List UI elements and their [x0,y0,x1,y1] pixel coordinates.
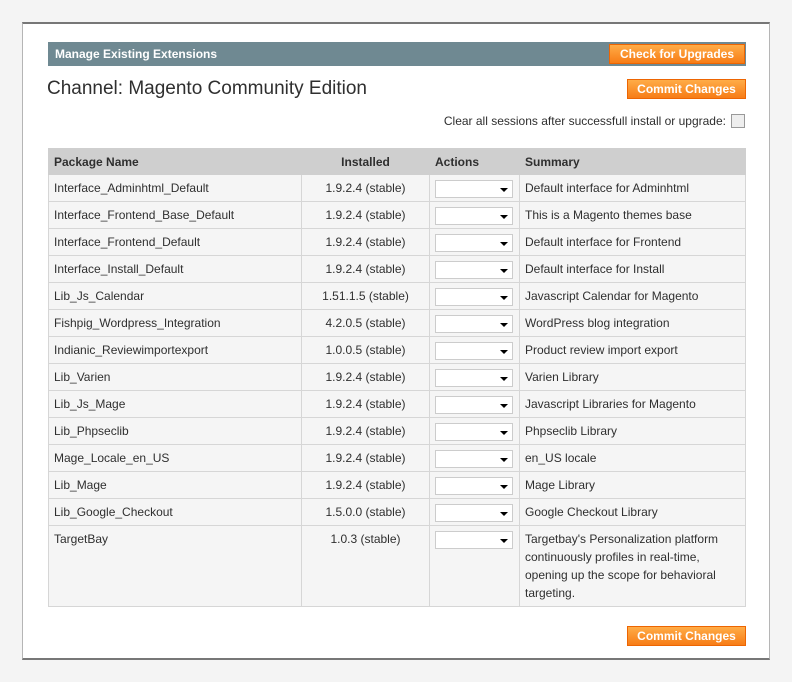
installed-version: 1.9.2.4 (stable) [301,255,430,283]
table-row: Lib_Mage 1.9.2.4 (stable) Mage Library [48,471,746,499]
check-upgrades-button[interactable]: Check for Upgrades [609,44,745,64]
action-select[interactable] [435,261,513,279]
package-summary: This is a Magento themes base [519,201,746,229]
package-summary: Mage Library [519,471,746,499]
action-select[interactable] [435,207,513,225]
installed-version: 4.2.0.5 (stable) [301,309,430,337]
extensions-table: Package Name Installed Actions Summary I… [48,148,746,607]
action-select[interactable] [435,234,513,252]
package-summary: Phpseclib Library [519,417,746,445]
package-name: Lib_Google_Checkout [48,498,302,526]
action-select[interactable] [435,288,513,306]
package-name: Interface_Install_Default [48,255,302,283]
extensions-panel: Manage Existing Extensions Check for Upg… [22,22,770,660]
section-title: Manage Existing Extensions [55,47,218,61]
installed-version: 1.9.2.4 (stable) [301,174,430,202]
commit-changes-button-bottom[interactable]: Commit Changes [627,626,746,646]
package-summary: Default interface for Adminhtml [519,174,746,202]
table-row: Interface_Frontend_Base_Default 1.9.2.4 … [48,201,746,229]
package-name: Indianic_Reviewimportexport [48,336,302,364]
package-name: Interface_Adminhtml_Default [48,174,302,202]
package-summary: Targetbay's Personalization platform con… [519,525,746,607]
package-summary: Varien Library [519,363,746,391]
clear-sessions-option: Clear all sessions after successfull ins… [444,114,745,128]
table-row: Interface_Install_Default 1.9.2.4 (stabl… [48,255,746,283]
action-select[interactable] [435,396,513,414]
package-summary: Default interface for Install [519,255,746,283]
package-name: Lib_Varien [48,363,302,391]
table-row: Lib_Google_Checkout 1.5.0.0 (stable) Goo… [48,498,746,526]
package-summary: en_US locale [519,444,746,472]
package-name: Lib_Phpseclib [48,417,302,445]
package-name: Lib_Mage [48,471,302,499]
table-row: Lib_Phpseclib 1.9.2.4 (stable) Phpseclib… [48,417,746,445]
channel-title: Channel: Magento Community Edition [47,78,368,99]
col-installed: Installed [301,148,430,175]
installed-version: 1.9.2.4 (stable) [301,201,430,229]
installed-version: 1.9.2.4 (stable) [301,228,430,256]
action-select[interactable] [435,477,513,495]
installed-version: 1.9.2.4 (stable) [301,417,430,445]
action-select[interactable] [435,423,513,441]
package-name: Interface_Frontend_Base_Default [48,201,302,229]
installed-version: 1.9.2.4 (stable) [301,390,430,418]
table-row: Interface_Adminhtml_Default 1.9.2.4 (sta… [48,174,746,202]
installed-version: 1.9.2.4 (stable) [301,471,430,499]
clear-sessions-label: Clear all sessions after successfull ins… [443,114,726,128]
table-row: Indianic_Reviewimportexport 1.0.0.5 (sta… [48,336,746,364]
clear-sessions-checkbox[interactable] [731,114,745,128]
package-summary: Google Checkout Library [519,498,746,526]
section-header: Manage Existing Extensions Check for Upg… [48,42,746,66]
table-row: Lib_Varien 1.9.2.4 (stable) Varien Libra… [48,363,746,391]
package-summary: Javascript Libraries for Magento [519,390,746,418]
package-name: Interface_Frontend_Default [48,228,302,256]
col-actions: Actions [429,148,520,175]
table-row: Interface_Frontend_Default 1.9.2.4 (stab… [48,228,746,256]
table-row: TargetBay 1.0.3 (stable) Targetbay's Per… [48,525,746,607]
action-select[interactable] [435,342,513,360]
package-name: Fishpig_Wordpress_Integration [48,309,302,337]
col-summary: Summary [519,148,746,175]
installed-version: 1.5.0.0 (stable) [301,498,430,526]
package-name: TargetBay [48,525,302,607]
package-summary: Javascript Calendar for Magento [519,282,746,310]
table-row: Lib_Js_Mage 1.9.2.4 (stable) Javascript … [48,390,746,418]
commit-changes-button-top[interactable]: Commit Changes [627,79,746,99]
package-name: Lib_Js_Mage [48,390,302,418]
action-select[interactable] [435,315,513,333]
installed-version: 1.0.0.5 (stable) [301,336,430,364]
package-summary: Product review import export [519,336,746,364]
table-row: Fishpig_Wordpress_Integration 4.2.0.5 (s… [48,309,746,337]
action-select[interactable] [435,504,513,522]
installed-version: 1.51.1.5 (stable) [301,282,430,310]
action-select[interactable] [435,369,513,387]
action-select[interactable] [435,180,513,198]
package-summary: Default interface for Frontend [519,228,746,256]
package-summary: WordPress blog integration [519,309,746,337]
table-row: Lib_Js_Calendar 1.51.1.5 (stable) Javasc… [48,282,746,310]
package-name: Lib_Js_Calendar [48,282,302,310]
action-select[interactable] [435,450,513,468]
installed-version: 1.0.3 (stable) [301,525,430,607]
action-select[interactable] [435,531,513,549]
installed-version: 1.9.2.4 (stable) [301,363,430,391]
installed-version: 1.9.2.4 (stable) [301,444,430,472]
table-row: Mage_Locale_en_US 1.9.2.4 (stable) en_US… [48,444,746,472]
package-name: Mage_Locale_en_US [48,444,302,472]
col-package-name: Package Name [48,148,302,175]
